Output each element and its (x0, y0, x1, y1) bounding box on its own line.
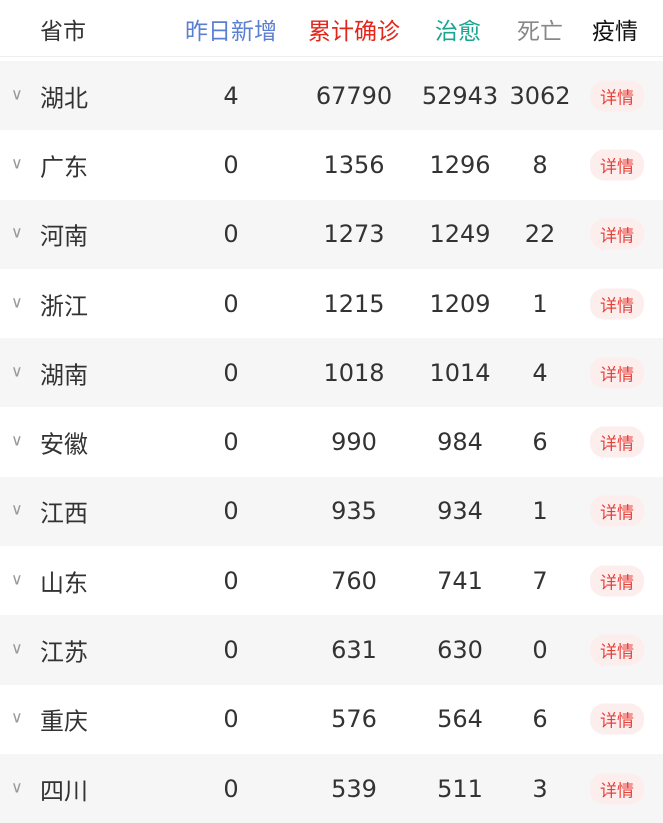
new-yesterday-value: 0 (223, 774, 239, 803)
detail-button[interactable]: 详情 (590, 149, 644, 181)
new-yesterday-value: 0 (223, 150, 239, 179)
new-yesterday-value: 4 (223, 81, 239, 110)
table-row[interactable]: ∨ 湖北 4 67790 52943 3062 详情 (0, 61, 663, 131)
new-yesterday-value: 0 (223, 497, 239, 526)
chevron-down-icon[interactable]: ∨ (11, 431, 23, 450)
confirmed-value: 1018 (323, 358, 385, 387)
confirmed-value: 631 (331, 636, 377, 665)
chevron-down-icon[interactable]: ∨ (11, 500, 23, 519)
deaths-value: 1 (532, 289, 548, 318)
deaths-value: 0 (532, 636, 548, 665)
header-confirmed: 累计确诊 (308, 19, 400, 45)
new-yesterday-value: 0 (223, 428, 239, 457)
table-row[interactable]: ∨ 广东 0 1356 1296 8 详情 (0, 130, 663, 199)
province-name: 广东 (40, 153, 88, 182)
table-row[interactable]: ∨ 河南 0 1273 1249 22 详情 (0, 199, 663, 269)
chevron-down-icon[interactable]: ∨ (11, 639, 23, 658)
confirmed-value: 1356 (323, 150, 385, 179)
cured-value: 1296 (429, 150, 491, 179)
table-row[interactable]: ∨ 安徽 0 990 984 6 详情 (0, 407, 663, 476)
confirmed-value: 990 (331, 428, 377, 457)
deaths-value: 4 (532, 358, 548, 387)
detail-button[interactable]: 详情 (590, 773, 644, 805)
chevron-down-icon[interactable]: ∨ (11, 569, 23, 588)
deaths-value: 3062 (509, 81, 571, 110)
deaths-value: 7 (532, 566, 548, 595)
chevron-down-icon[interactable]: ∨ (11, 84, 23, 103)
province-name: 江苏 (40, 638, 88, 667)
deaths-value: 8 (532, 150, 548, 179)
cured-value: 934 (437, 497, 483, 526)
province-name: 湖北 (40, 84, 88, 113)
confirmed-value: 935 (331, 497, 377, 526)
deaths-value: 3 (532, 774, 548, 803)
table-row[interactable]: ∨ 浙江 0 1215 1209 1 详情 (0, 269, 663, 338)
confirmed-value: 1273 (323, 220, 385, 249)
table-row[interactable]: ∨ 重庆 0 576 564 6 详情 (0, 685, 663, 754)
confirmed-value: 539 (331, 774, 377, 803)
chevron-down-icon[interactable]: ∨ (11, 154, 23, 173)
province-name: 安徽 (40, 430, 88, 459)
header-cured: 治愈 (435, 19, 481, 45)
confirmed-value: 1215 (323, 289, 385, 318)
header-deaths: 死亡 (517, 19, 563, 45)
cured-value: 630 (437, 636, 483, 665)
deaths-value: 1 (532, 497, 548, 526)
chevron-down-icon[interactable]: ∨ (11, 708, 23, 727)
province-name: 重庆 (40, 707, 88, 736)
cured-value: 984 (437, 428, 483, 457)
province-name: 四川 (40, 777, 88, 806)
header-epidemic: 疫情 (592, 19, 638, 45)
table-header: 省市 昨日新增 累计确诊 治愈 死亡 疫情 (0, 0, 663, 57)
header-province: 省市 (40, 19, 86, 45)
table-row[interactable]: ∨ 江苏 0 631 630 0 详情 (0, 615, 663, 685)
new-yesterday-value: 0 (223, 566, 239, 595)
cured-value: 52943 (421, 81, 499, 110)
table-row[interactable]: ∨ 湖南 0 1018 1014 4 详情 (0, 338, 663, 408)
province-name: 湖南 (40, 361, 88, 390)
confirmed-value: 760 (331, 566, 377, 595)
cured-value: 1249 (429, 220, 491, 249)
chevron-down-icon[interactable]: ∨ (11, 292, 23, 311)
table-row[interactable]: ∨ 江西 0 935 934 1 详情 (0, 476, 663, 547)
new-yesterday-value: 0 (223, 220, 239, 249)
detail-button[interactable]: 详情 (590, 288, 644, 320)
new-yesterday-value: 0 (223, 289, 239, 318)
table-row[interactable]: ∨ 四川 0 539 511 3 详情 (0, 753, 663, 823)
deaths-value: 6 (532, 428, 548, 457)
chevron-down-icon[interactable]: ∨ (11, 223, 23, 242)
detail-button[interactable]: 详情 (590, 495, 644, 527)
cured-value: 1209 (429, 289, 491, 318)
confirmed-value: 576 (331, 705, 377, 734)
detail-button[interactable]: 详情 (590, 634, 644, 666)
new-yesterday-value: 0 (223, 636, 239, 665)
detail-button[interactable]: 详情 (590, 357, 644, 389)
province-name: 江西 (40, 499, 88, 528)
table-row[interactable]: ∨ 山东 0 760 741 7 详情 (0, 546, 663, 615)
cured-value: 741 (437, 566, 483, 595)
detail-button[interactable]: 详情 (590, 565, 644, 597)
province-name: 河南 (40, 222, 88, 251)
cured-value: 511 (437, 774, 483, 803)
new-yesterday-value: 0 (223, 358, 239, 387)
header-new-yesterday: 昨日新增 (185, 19, 277, 45)
deaths-value: 6 (532, 705, 548, 734)
cured-value: 564 (437, 705, 483, 734)
detail-button[interactable]: 详情 (590, 218, 644, 250)
confirmed-value: 67790 (315, 81, 393, 110)
detail-button[interactable]: 详情 (590, 80, 644, 112)
detail-button[interactable]: 详情 (590, 426, 644, 458)
detail-button[interactable]: 详情 (590, 703, 644, 735)
deaths-value: 22 (524, 220, 556, 249)
chevron-down-icon[interactable]: ∨ (11, 777, 23, 796)
province-name: 山东 (40, 569, 88, 598)
new-yesterday-value: 0 (223, 705, 239, 734)
cured-value: 1014 (429, 358, 491, 387)
chevron-down-icon[interactable]: ∨ (11, 361, 23, 380)
province-table: ∨ 湖北 4 67790 52943 3062 详情 ∨ 广东 0 1356 1… (0, 61, 663, 823)
province-name: 浙江 (40, 292, 88, 321)
